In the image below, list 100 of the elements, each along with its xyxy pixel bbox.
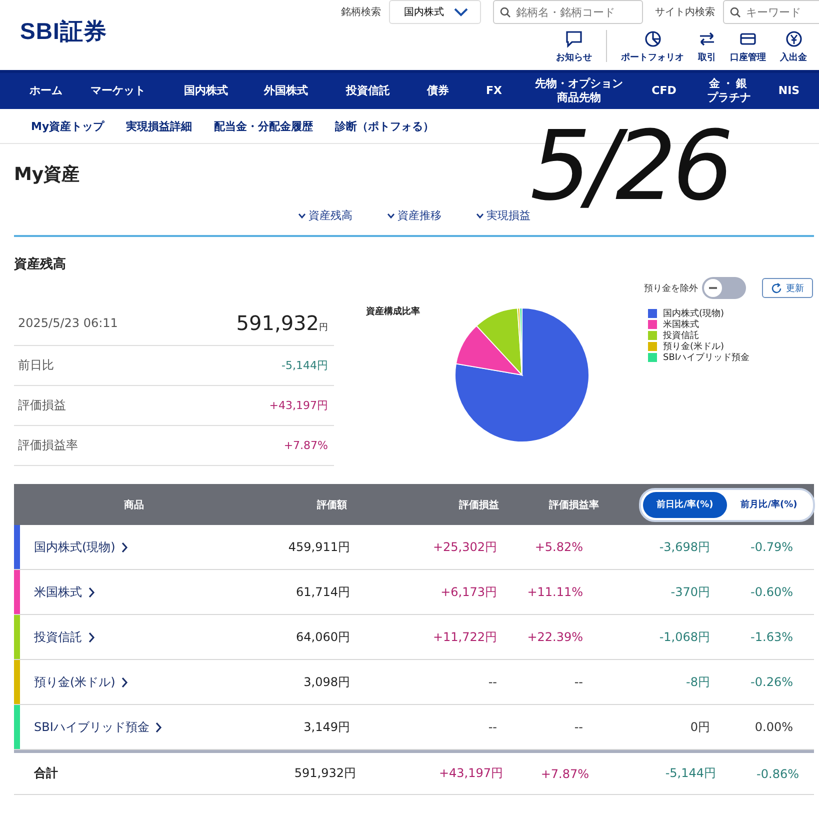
table-cell-text: -0.86% bbox=[756, 766, 799, 780]
table-cell-text: 0.00% bbox=[754, 720, 793, 734]
table-cell-text: -8円 bbox=[685, 674, 710, 690]
table-cell-text: +11,722円 bbox=[432, 628, 497, 646]
chevron-right-icon bbox=[121, 676, 128, 688]
table-cell-text: -0.26% bbox=[750, 675, 793, 689]
chevron-right-icon bbox=[121, 542, 128, 552]
subnav-link[interactable]: My資産トップ bbox=[31, 118, 104, 134]
speech-bubble-icon bbox=[565, 30, 583, 48]
column-header: 商品 bbox=[123, 498, 145, 512]
chevron-right-icon bbox=[155, 722, 162, 732]
product-link[interactable]: 国内株式(現物) bbox=[20, 538, 254, 556]
column-header: 評価損益率 bbox=[548, 498, 599, 512]
table-cell-text: +22.39% bbox=[526, 630, 583, 644]
timestamp: 2025/5/23 06:11 bbox=[18, 316, 118, 330]
table-cell-text: +5.82% bbox=[534, 540, 583, 554]
summary-label: 前日比 bbox=[18, 357, 54, 374]
subnav-link[interactable]: 実現損益詳細 bbox=[126, 118, 192, 134]
subnav-link[interactable]: 診断（ポトフォる） bbox=[335, 118, 434, 134]
search-label: 銘柄検索 bbox=[341, 6, 381, 19]
summary-value: +43,197円 bbox=[269, 398, 328, 413]
table-cell-text: -0.79% bbox=[750, 540, 793, 554]
shortcut-link[interactable]: 口座管理 bbox=[730, 30, 766, 64]
nav-link[interactable]: 先物・オプション商品先物 bbox=[524, 77, 634, 105]
summary-value: +7.87% bbox=[284, 439, 328, 452]
product-link[interactable]: 預り金(米ドル) bbox=[20, 674, 254, 690]
shortcut-link[interactable]: 入出金 bbox=[780, 30, 807, 64]
swap-arrows-icon bbox=[698, 30, 716, 48]
table-cell-text: -- bbox=[573, 675, 583, 689]
nav-link[interactable]: 投資信託 bbox=[324, 84, 412, 98]
refresh-button[interactable]: 更新 bbox=[762, 278, 813, 298]
shortcut-link[interactable]: 取引 bbox=[698, 30, 716, 64]
caret-icon bbox=[454, 8, 468, 16]
nav-link[interactable]: 国内株式 bbox=[164, 84, 248, 98]
chevron-down-icon bbox=[298, 212, 306, 218]
chart-title: 資産構成比率 bbox=[366, 305, 421, 318]
market-dropdown[interactable]: 国内株式 bbox=[389, 0, 481, 24]
product-link[interactable]: SBIハイブリッド預金 bbox=[20, 718, 254, 736]
chevron-right-icon bbox=[88, 586, 95, 598]
toggle-switch[interactable] bbox=[702, 277, 746, 299]
shortcut-link[interactable]: ポートフォリオ bbox=[621, 30, 684, 64]
table-cell-text: +11.11% bbox=[526, 585, 583, 599]
subnav-link[interactable]: 配当金・分配金履歴 bbox=[214, 118, 314, 134]
table-cell-text: -- bbox=[487, 675, 497, 689]
table-cell-text: 64,060円 bbox=[295, 628, 350, 646]
logo[interactable]: SBI証券 bbox=[20, 16, 107, 70]
table-cell-text: +6,173円 bbox=[440, 584, 497, 600]
table-cell-text: 591,932円 bbox=[293, 765, 356, 782]
anchor-link[interactable]: 資産残高 bbox=[298, 208, 352, 223]
legend-label: 米国株式 bbox=[663, 318, 699, 330]
table-cell-text: -5,144円 bbox=[664, 765, 716, 782]
table-cell-text: -370円 bbox=[670, 584, 710, 600]
table-cell-text: 3,098円 bbox=[302, 674, 350, 690]
table-cell-text: -3,698円 bbox=[658, 538, 710, 556]
column-header: 評価損益 bbox=[458, 498, 500, 512]
compare-tab[interactable]: 前日比/率(%) bbox=[643, 492, 727, 518]
product-link[interactable]: 米国株式 bbox=[20, 584, 254, 600]
yen-coin-icon bbox=[784, 30, 802, 48]
table-cell-text: 61,714円 bbox=[295, 584, 350, 600]
nav-link[interactable]: 債券 bbox=[412, 84, 464, 98]
nav-link[interactable]: FX bbox=[464, 84, 524, 98]
nav-link[interactable]: 外国株式 bbox=[248, 84, 324, 98]
summary-label: 評価損益率 bbox=[18, 437, 78, 454]
table-cell-text: 3,149円 bbox=[302, 718, 350, 736]
stock-search-field[interactable]: 銘柄名・銘柄コード bbox=[493, 0, 643, 24]
refresh-icon bbox=[771, 282, 782, 294]
shortcut-link[interactable]: お知らせ bbox=[556, 30, 592, 64]
legend-label: SBIハイブリッド預金 bbox=[663, 352, 750, 364]
table-cell-text: 459,911円 bbox=[287, 538, 350, 556]
search-icon bbox=[500, 7, 511, 18]
nav-link[interactable]: 金・銀プラチナ bbox=[694, 77, 764, 105]
anchor-link[interactable]: 実現損益 bbox=[476, 208, 530, 223]
legend-label: 投資信託 bbox=[663, 330, 699, 342]
table-cell-text: -1.63% bbox=[750, 630, 793, 644]
page-title: My資産 bbox=[14, 163, 81, 186]
table-cell-text: 0円 bbox=[689, 718, 710, 736]
table-cell-text: -- bbox=[487, 720, 497, 734]
table-cell-text: +7.87% bbox=[540, 766, 589, 780]
total-amount: 591,932 bbox=[236, 311, 319, 335]
summary-value: -5,144円 bbox=[282, 358, 328, 373]
chevron-down-icon bbox=[476, 212, 484, 218]
table-cell-text: +25,302円 bbox=[432, 538, 497, 556]
nav-link[interactable]: ホーム bbox=[20, 84, 72, 98]
table-cell-text: -- bbox=[573, 720, 583, 734]
column-header: 評価額 bbox=[316, 498, 348, 512]
table-cell-text: -0.60% bbox=[750, 585, 793, 599]
search-icon bbox=[730, 7, 741, 18]
section-title: 資産残高 bbox=[14, 256, 67, 273]
chevron-right-icon bbox=[88, 632, 95, 642]
site-search-field[interactable]: キーワード bbox=[723, 0, 819, 24]
product-link[interactable]: 投資信託 bbox=[20, 628, 254, 646]
anchor-link[interactable]: 資産推移 bbox=[386, 208, 442, 223]
nav-link[interactable]: マーケット bbox=[72, 84, 164, 98]
compare-tab[interactable]: 前月比/率(%) bbox=[727, 492, 811, 518]
nav-link[interactable]: CFD bbox=[634, 84, 694, 98]
handwritten-note: 5/26 bbox=[530, 118, 730, 214]
summary-label: 評価損益 bbox=[18, 397, 66, 414]
search-label: サイト内検索 bbox=[655, 6, 715, 19]
nav-link[interactable]: NIS bbox=[764, 84, 814, 98]
chevron-down-icon bbox=[386, 212, 394, 218]
